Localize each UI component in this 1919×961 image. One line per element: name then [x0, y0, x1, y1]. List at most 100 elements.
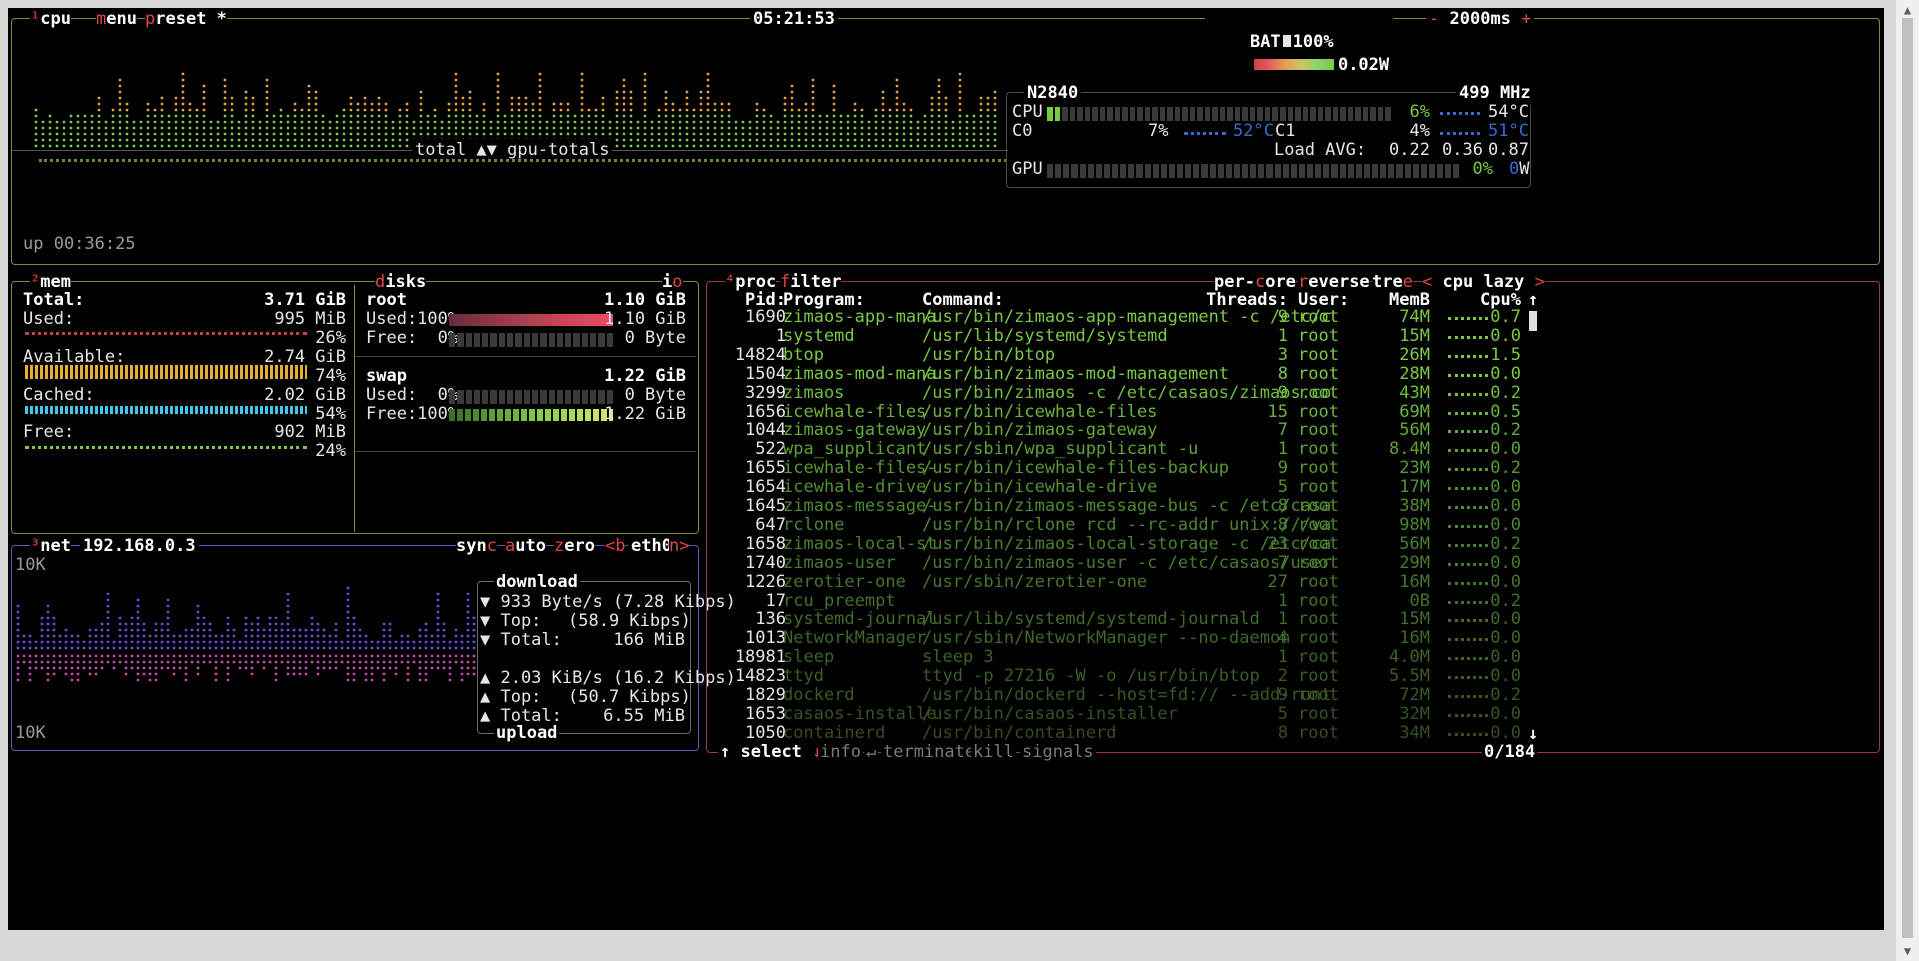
mem-free-graph — [25, 446, 307, 453]
cpu-graph-dot — [825, 120, 829, 124]
cpu-graph-dot — [384, 138, 388, 142]
net-download-dot — [112, 640, 116, 644]
cpu-graph-dot — [685, 114, 689, 118]
cpu-graph-dot — [783, 114, 787, 118]
cpu-graph-dot — [272, 144, 276, 148]
net-upload-dot — [352, 660, 356, 664]
page-scrollbar[interactable]: ▲ ▼ — [1896, 0, 1919, 961]
net-download-dot — [322, 640, 326, 644]
proc-select-control[interactable]: ↑ select ↓ — [718, 741, 825, 764]
net-upload-dot — [136, 666, 140, 670]
net-prev-interface[interactable]: <b — [605, 535, 626, 558]
net-upload-dot — [184, 678, 188, 682]
net-download-dot — [100, 628, 104, 632]
cpu-graph-dot — [258, 126, 262, 130]
cpu-graph-dot — [181, 84, 185, 88]
cpu-graph-dot — [944, 120, 948, 124]
net-upload-dot — [370, 666, 374, 670]
cpu-graph-dot — [300, 108, 304, 112]
page-scrollbar-thumb[interactable] — [1902, 18, 1913, 938]
cpu-graph-dot — [552, 114, 556, 118]
net-upload-dot — [328, 654, 332, 658]
net-download-dot — [436, 592, 440, 596]
cpu-graph-dot — [587, 126, 591, 130]
net-auto-toggle[interactable]: auto — [505, 535, 546, 558]
proc-info-button[interactable]: info — [818, 741, 863, 764]
cpu-graph-dot — [790, 138, 794, 142]
net-upload-dot — [28, 660, 32, 664]
net-download-dot — [352, 634, 356, 638]
cpu-graph-dot — [405, 138, 409, 142]
mem-cached-label: Cached: — [23, 385, 95, 405]
cpu-graph-dot — [832, 120, 836, 124]
net-upload-dot — [304, 660, 308, 664]
net-download-dot — [346, 592, 350, 596]
cpu-graph-dot — [636, 144, 640, 148]
net-upload-dot — [256, 654, 260, 658]
net-upload-dot — [304, 672, 308, 676]
cpu-graph-dot — [972, 126, 976, 130]
interval-decrease-button[interactable]: - — [1429, 9, 1439, 29]
cpu-graph-dot — [895, 96, 899, 100]
cpu-graph-dot — [615, 132, 619, 136]
proc-terminate-button[interactable]: terminate — [881, 741, 978, 764]
net-download-dot — [94, 628, 98, 632]
cpu-graph-dot — [300, 120, 304, 124]
cpu-graph-dot — [811, 108, 815, 112]
cpu-graph-dot — [643, 78, 647, 82]
cpu-graph-dot — [664, 90, 668, 94]
net-download-dot — [166, 634, 170, 638]
net-next-interface[interactable]: n> — [669, 535, 690, 558]
cpu-graph-dot — [706, 108, 710, 112]
cpu-box-title[interactable]: ¹cpu — [30, 8, 71, 31]
cpu-graph-dot — [601, 126, 605, 130]
cpu-graph-dot — [342, 132, 346, 136]
cpu-graph-dot — [328, 120, 332, 124]
scroll-down-icon[interactable]: ▼ — [1896, 944, 1919, 958]
net-download-dot — [310, 646, 314, 650]
net-download-dot — [238, 646, 242, 650]
proc-kill-button[interactable]: kill — [971, 741, 1016, 764]
cpu-graph-dot — [174, 120, 178, 124]
cpu-graph-dot — [566, 126, 570, 130]
cpu-graph-dot — [650, 144, 654, 148]
scroll-up-icon[interactable]: ▲ — [1896, 3, 1919, 17]
cpu-graph-dot — [727, 114, 731, 118]
cpu-graph-dot — [818, 144, 822, 148]
net-download-dot — [436, 634, 440, 638]
cpu-graph-dot — [881, 108, 885, 112]
cell-cpu-graph — [1448, 619, 1488, 626]
cpu-graph-dot — [153, 138, 157, 142]
menu-button[interactable]: menu — [96, 8, 137, 31]
net-download-dot — [76, 634, 80, 638]
cpu-graph-dot — [125, 138, 129, 142]
cpu-graph-dot — [811, 78, 815, 82]
net-download-dot — [406, 646, 410, 650]
proc-signals-button[interactable]: signals — [1020, 741, 1096, 764]
cpu-graph-dot — [97, 102, 101, 106]
cpu-graph-dot — [125, 132, 129, 136]
cpu-graph-dot — [62, 120, 66, 124]
net-download-dot — [334, 634, 338, 638]
net-upload-dot — [448, 678, 452, 682]
cpu-graph-dot — [622, 78, 626, 82]
net-upload-dot — [274, 654, 278, 658]
cpu-graph-dot — [825, 144, 829, 148]
net-download-dot — [382, 634, 386, 638]
cpu-graph-dot — [888, 126, 892, 130]
net-download-dot — [346, 646, 350, 650]
net-download-dot — [16, 604, 20, 608]
net-zero-button[interactable]: zero — [554, 535, 595, 558]
net-upload-dot — [268, 660, 272, 664]
cpu-graph-dot — [461, 126, 465, 130]
cpu-graph-dot — [349, 96, 353, 100]
cpu-graph-dot — [643, 96, 647, 100]
net-download-dot — [268, 616, 272, 620]
cpu-graph-dot — [90, 138, 94, 142]
interval-increase-button[interactable]: + — [1521, 9, 1531, 29]
cpu-graph-dot — [97, 132, 101, 136]
net-download-dot — [70, 640, 74, 644]
net-sync-toggle[interactable]: sync — [456, 535, 497, 558]
net-upload-dot — [406, 672, 410, 676]
preset-button[interactable]: preset * — [145, 8, 227, 31]
